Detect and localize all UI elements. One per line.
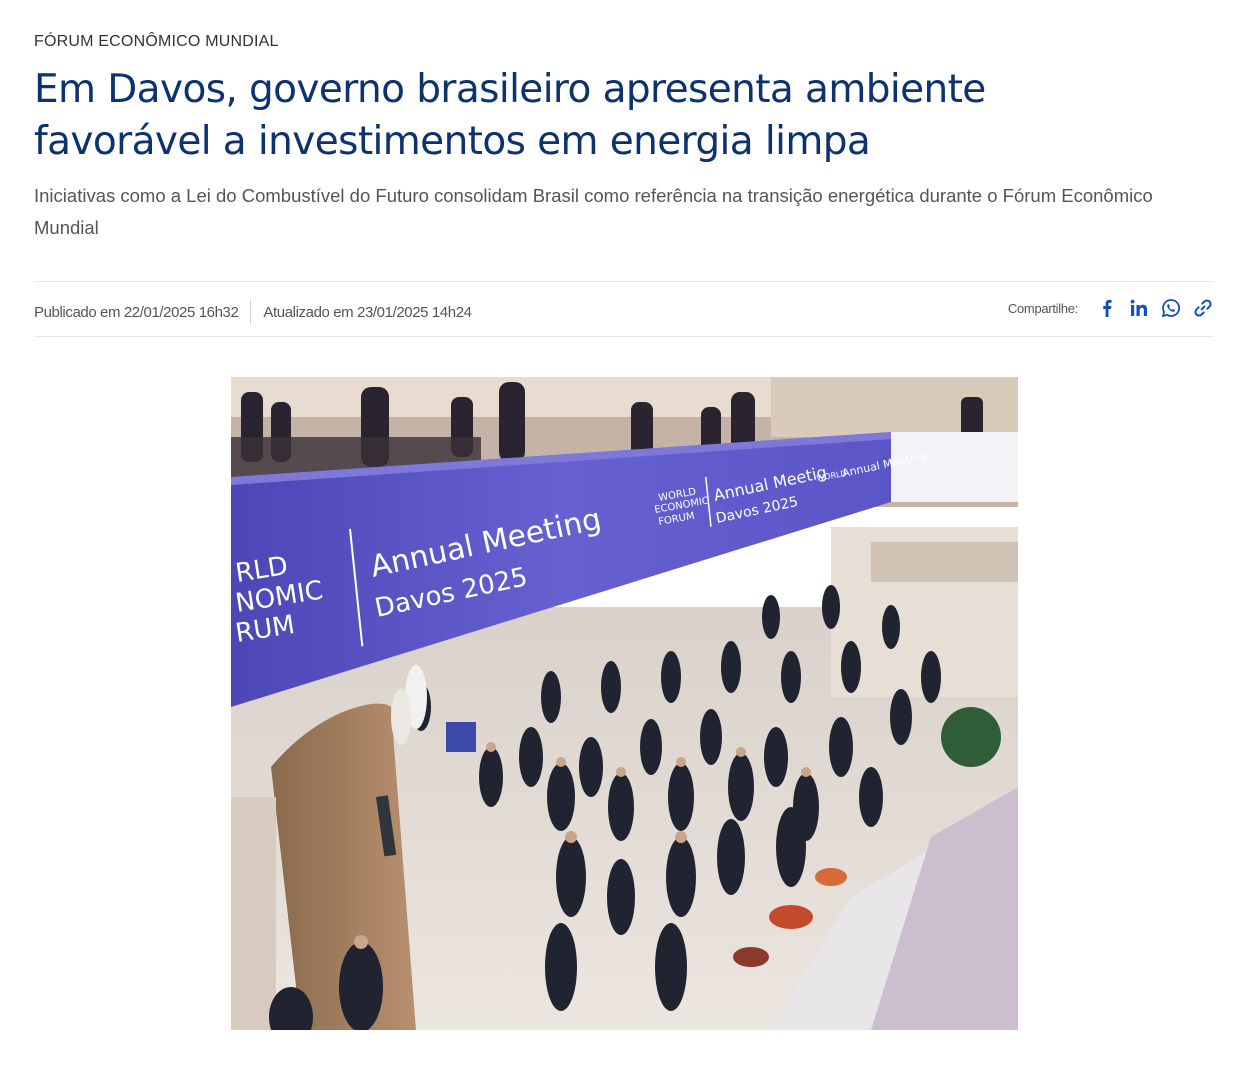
updated-date: Atualizado em 23/01/2025 14h24	[263, 303, 472, 321]
article-subtitle: Iniciativas como a Lei do Combustível do…	[34, 185, 1153, 238]
share-bar: Compartilhe:	[1008, 296, 1214, 320]
divider	[250, 299, 252, 325]
article-meta-bar: Publicado em 22/01/2025 16h32 Atualizado…	[34, 281, 1214, 337]
article-photo: RLD NOMIC RUM Annual Meeting Davos 2025 …	[231, 377, 1018, 1030]
linkedin-icon[interactable]	[1128, 296, 1150, 320]
section-kicker[interactable]: FÓRUM ECONÔMICO MUNDIAL	[34, 33, 279, 51]
article-dates: Publicado em 22/01/2025 16h32 Atualizado…	[34, 299, 472, 325]
published-date: Publicado em 22/01/2025 16h32	[34, 303, 239, 321]
whatsapp-icon[interactable]	[1160, 296, 1182, 320]
davos-forum-photo: RLD NOMIC RUM Annual Meeting Davos 2025 …	[231, 377, 1018, 1030]
page-title: Em Davos, governo brasileiro apresenta a…	[34, 67, 986, 164]
share-label: Compartilhe:	[1007, 300, 1078, 316]
facebook-icon[interactable]	[1096, 296, 1118, 320]
link-icon[interactable]	[1192, 296, 1214, 320]
